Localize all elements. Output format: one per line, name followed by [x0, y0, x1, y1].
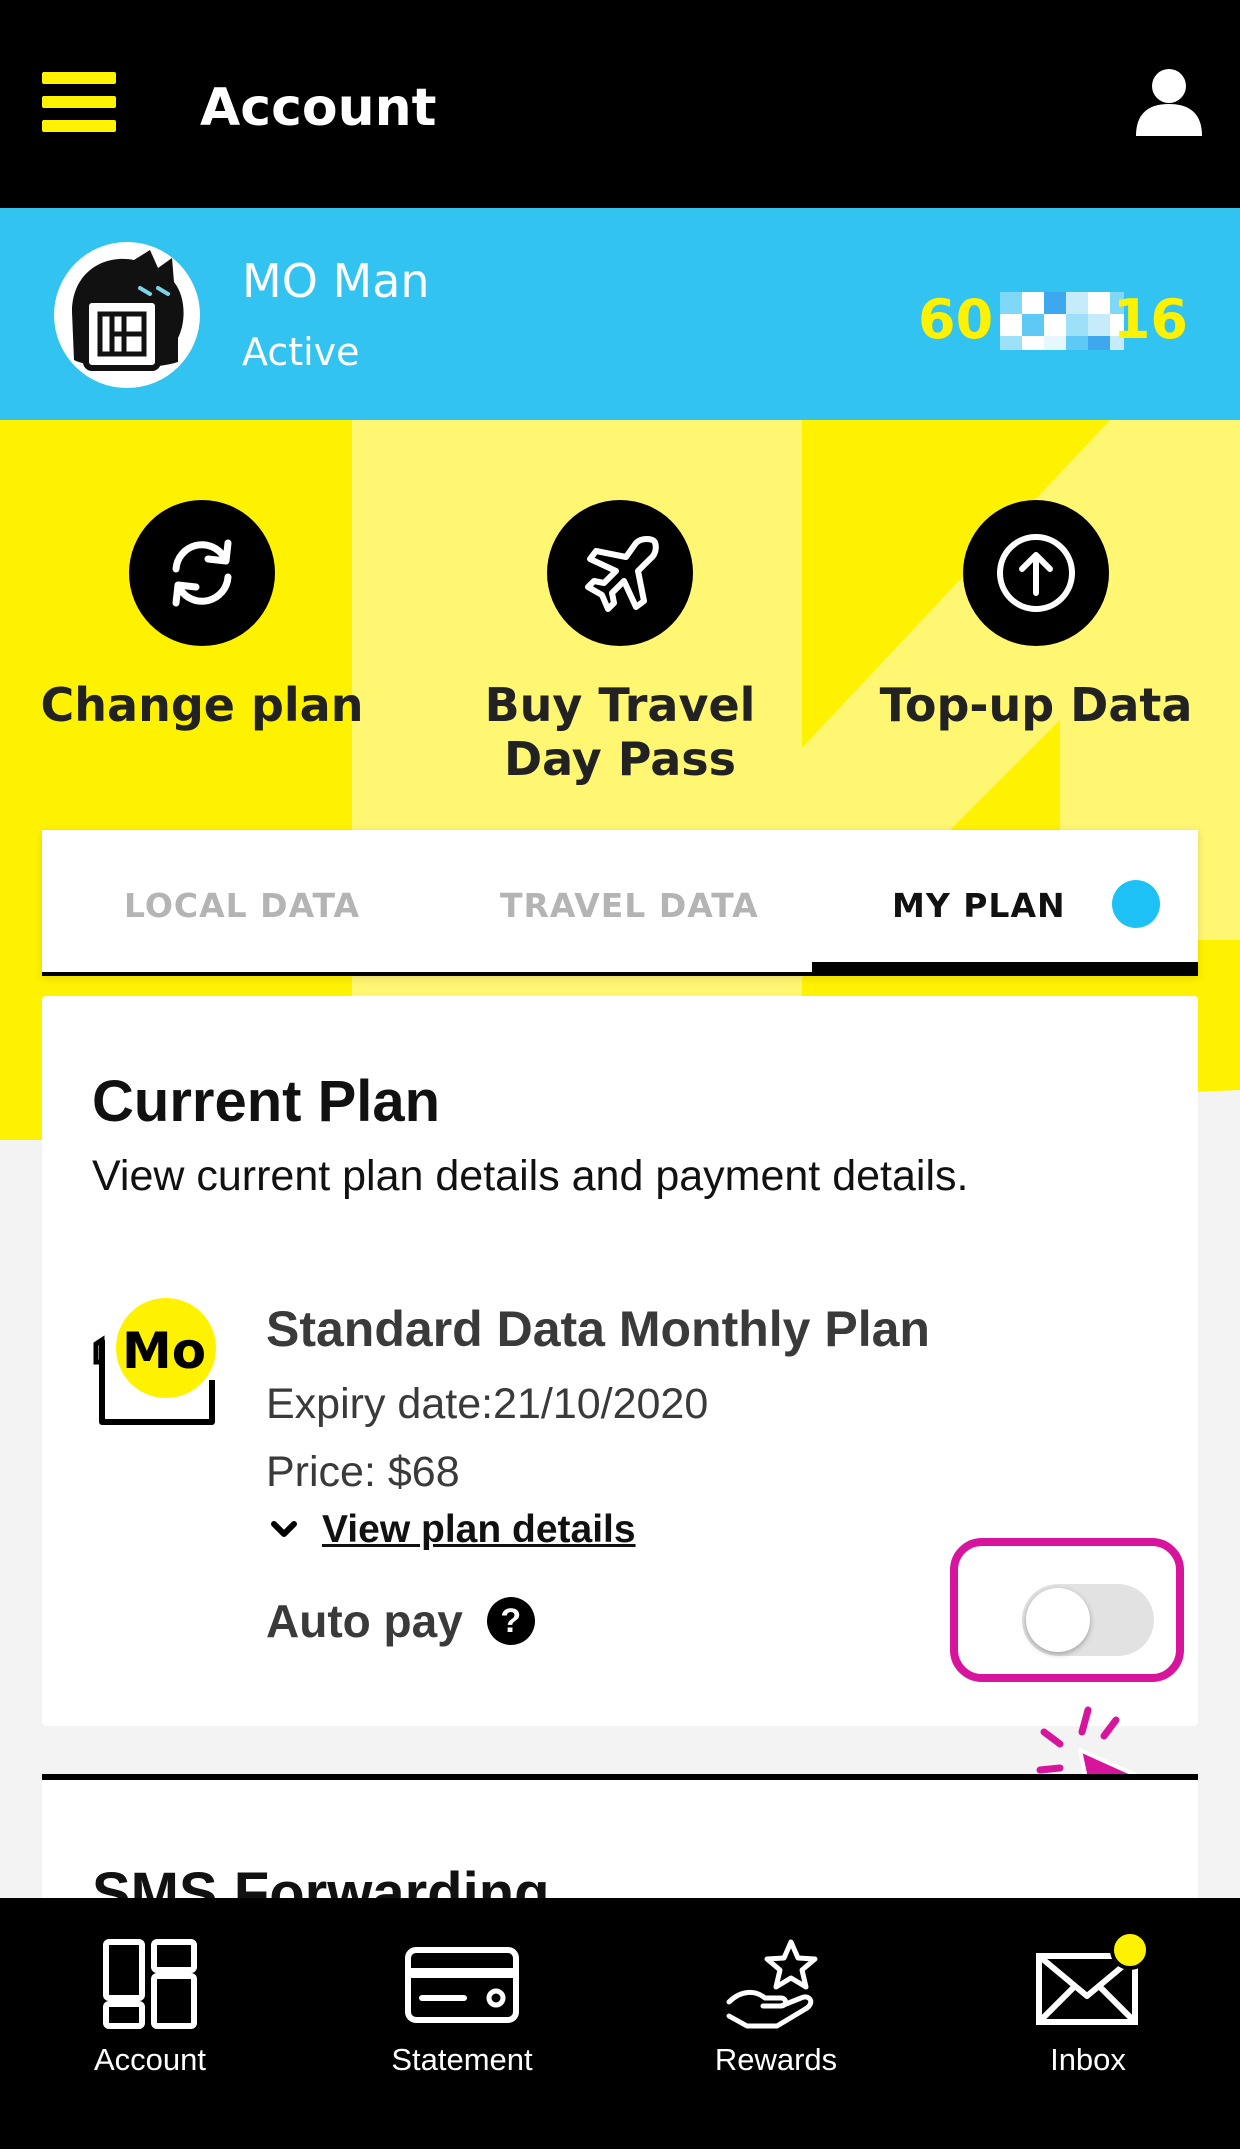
change-plan-label: Change plan: [40, 678, 364, 732]
tab-my-plan[interactable]: MY PLAN: [892, 886, 1066, 925]
nav-inbox[interactable]: Inbox: [968, 1930, 1208, 2078]
phone-number-prefix: 60: [918, 288, 994, 351]
view-plan-details-label: View plan details: [322, 1508, 636, 1551]
current-plan-heading: Current Plan: [92, 1069, 441, 1134]
nav-inbox-label: Inbox: [1050, 2042, 1126, 2077]
nav-statement-label: Statement: [391, 2042, 533, 2077]
user-icon[interactable]: [1136, 68, 1202, 136]
arrow-up-circle-icon: [963, 500, 1109, 646]
nav-rewards[interactable]: Rewards: [656, 1938, 896, 2078]
plan-price: Price: $68: [266, 1448, 460, 1496]
nav-account[interactable]: Account: [30, 1938, 270, 2078]
airplane-icon: [547, 500, 693, 646]
profile-banner: MO Man Active 60 16: [0, 208, 1240, 420]
nav-rewards-label: Rewards: [714, 2042, 838, 2077]
plan-tabs: LOCAL DATA TRAVEL DATA MY PLAN: [42, 830, 1198, 976]
top-up-data-button[interactable]: Top-up Data: [866, 500, 1206, 732]
tab-local-data[interactable]: LOCAL DATA: [124, 886, 360, 925]
chevron-down-icon: [271, 1521, 297, 1537]
view-plan-details-link[interactable]: View plan details: [266, 1508, 636, 1552]
help-icon[interactable]: ?: [486, 1597, 535, 1645]
profile-status: Active: [242, 330, 360, 374]
refresh-icon: [129, 500, 275, 646]
hamburger-icon[interactable]: [42, 72, 116, 132]
bottom-navigation: Account Statement Rewards Inbox: [0, 1898, 1240, 2149]
phone-number-suffix: 16: [1112, 288, 1188, 351]
dashboard-icon: [103, 1939, 197, 2029]
plan-expiry: Expiry date:21/10/2020: [266, 1380, 709, 1428]
avatar: [54, 242, 200, 388]
sms-forwarding-card: SMS Forwarding: [42, 1780, 1198, 1900]
inbox-unread-dot: [1110, 1930, 1150, 1970]
page-title: Account: [200, 78, 437, 138]
auto-pay-label: Auto pay: [266, 1595, 463, 1647]
top-app-bar: Account: [0, 0, 1240, 208]
notification-dot: [1112, 880, 1160, 928]
buy-travel-day-pass-label: Buy Travel Day Pass: [484, 678, 756, 786]
auto-pay-row: Auto pay ?: [266, 1594, 535, 1648]
nav-statement[interactable]: Statement: [342, 1938, 582, 2078]
current-plan-subtitle: View current plan details and payment de…: [92, 1152, 969, 1200]
mo-sim-logo-icon: Mo: [93, 1298, 216, 1425]
phone-number: 60 16: [918, 288, 1188, 352]
plan-name: Standard Data Monthly Plan: [266, 1301, 930, 1357]
tab-travel-data[interactable]: TRAVEL DATA: [500, 886, 759, 925]
card-icon: [405, 1947, 519, 2023]
toggle-knob: [1026, 1588, 1090, 1652]
cat-sim-avatar-icon: [72, 250, 184, 371]
hand-star-icon: [726, 1939, 818, 2029]
change-plan-button[interactable]: Change plan: [32, 500, 372, 732]
sms-forwarding-heading: SMS Forwarding: [92, 1861, 550, 1900]
top-up-data-label: Top-up Data: [879, 678, 1193, 732]
profile-name: MO Man: [242, 254, 430, 308]
tab-active-indicator: [812, 962, 1198, 976]
auto-pay-toggle[interactable]: [1022, 1584, 1154, 1656]
buy-travel-day-pass-button[interactable]: Buy Travel Day Pass: [450, 500, 790, 786]
nav-account-label: Account: [93, 2042, 206, 2077]
mo-logo-text: Mo: [122, 1322, 206, 1380]
